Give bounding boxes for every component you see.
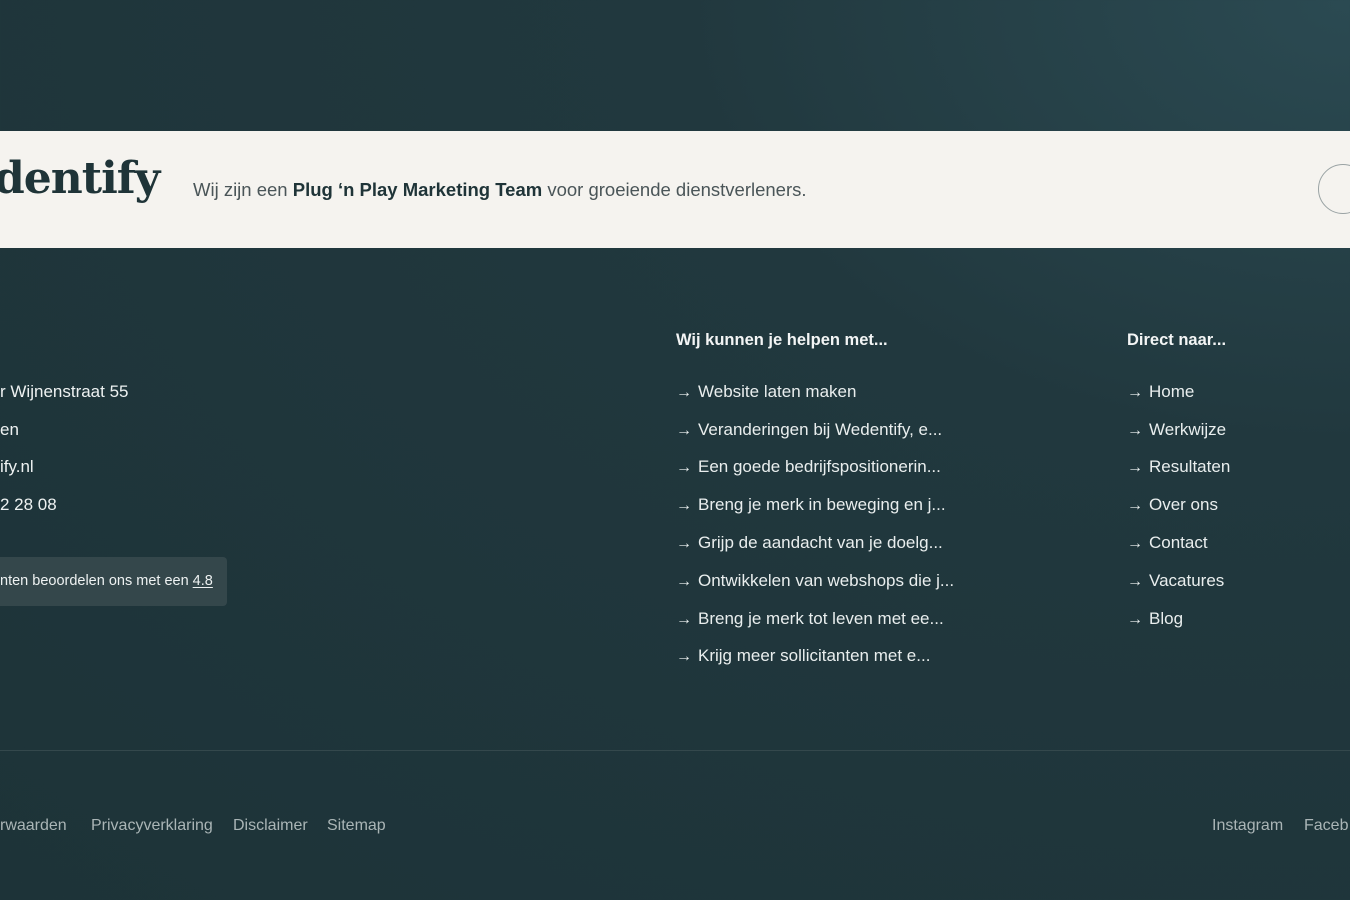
arrow-right-icon: → bbox=[676, 384, 692, 401]
footer-link-facebook[interactable]: Faceb bbox=[1304, 817, 1348, 835]
footer-link-instagram[interactable]: Instagram bbox=[1212, 817, 1283, 835]
nav-link-label: Vacatures bbox=[1149, 571, 1225, 590]
arrow-right-icon: → bbox=[676, 611, 692, 628]
contact-city: en bbox=[0, 420, 19, 439]
tagline-text-end: voor groeiende dienstverleners. bbox=[542, 179, 807, 200]
help-link-label: Breng je merk tot leven met ee... bbox=[698, 609, 944, 628]
help-link-6[interactable]: → Ontwikkelen van webshops die j... bbox=[676, 571, 954, 591]
help-link-8[interactable]: → Krijg meer sollicitanten met e... bbox=[676, 646, 930, 666]
arrow-right-icon: → bbox=[676, 422, 692, 439]
arrow-right-icon: → bbox=[676, 535, 692, 552]
footer-link-sitemap[interactable]: Sitemap bbox=[327, 817, 386, 835]
nav-link-over-ons[interactable]: → Over ons bbox=[1127, 495, 1218, 515]
help-link-5[interactable]: → Grijp de aandacht van je doelg... bbox=[676, 533, 943, 553]
arrow-right-icon: → bbox=[676, 648, 692, 665]
contact-phone[interactable]: 2 28 08 bbox=[0, 495, 57, 515]
footer-divider bbox=[0, 750, 1350, 751]
arrow-right-icon: → bbox=[676, 497, 692, 514]
direct-column-title: Direct naar... bbox=[1127, 331, 1227, 349]
arrow-right-icon: → bbox=[1127, 384, 1143, 401]
contact-email[interactable]: ify.nl bbox=[0, 457, 34, 477]
help-link-7[interactable]: → Breng je merk tot leven met ee... bbox=[676, 609, 944, 629]
rating-badge: nten beoordelen ons met een 4.8 bbox=[0, 557, 227, 606]
footer-link-privacy[interactable]: Privacyverklaring bbox=[91, 817, 213, 835]
arrow-right-icon: → bbox=[676, 459, 692, 476]
nav-link-label: Blog bbox=[1149, 609, 1184, 628]
footer-link-disclaimer[interactable]: Disclaimer bbox=[233, 817, 308, 835]
tagline-highlight: Plug ‘n Play Marketing Team bbox=[292, 179, 543, 200]
tagline-text: Wij zijn een bbox=[193, 179, 293, 200]
nav-link-label: Werkwijze bbox=[1149, 420, 1227, 439]
arrow-right-icon: → bbox=[1127, 422, 1143, 439]
help-link-label: Een goede bedrijfspositionerin... bbox=[698, 457, 941, 476]
arrow-right-icon: → bbox=[1127, 573, 1143, 590]
help-link-label: Veranderingen bij Wedentify, e... bbox=[698, 420, 943, 439]
nav-link-vacatures[interactable]: → Vacatures bbox=[1127, 571, 1224, 591]
help-link-3[interactable]: → Een goede bedrijfspositionerin... bbox=[676, 457, 941, 477]
nav-link-label: Resultaten bbox=[1149, 457, 1231, 476]
help-link-1[interactable]: → Website laten maken bbox=[676, 382, 856, 402]
help-link-label: Website laten maken bbox=[698, 382, 857, 401]
nav-link-werkwijze[interactable]: → Werkwijze bbox=[1127, 420, 1226, 440]
logo[interactable]: dentify bbox=[0, 157, 160, 201]
nav-link-resultaten[interactable]: → Resultaten bbox=[1127, 457, 1230, 477]
nav-link-contact[interactable]: → Contact bbox=[1127, 533, 1208, 553]
tagline: Wij zijn een Plug ‘n Play Marketing Team… bbox=[193, 179, 807, 201]
help-link-label: Breng je merk in beweging en j... bbox=[698, 495, 946, 514]
contact-address: r Wijnenstraat 55 bbox=[0, 382, 129, 401]
rating-score-link[interactable]: 4.8 bbox=[193, 573, 213, 589]
nav-link-home[interactable]: → Home bbox=[1127, 382, 1194, 402]
help-link-2[interactable]: → Veranderingen bij Wedentify, e... bbox=[676, 420, 942, 440]
arrow-right-icon: → bbox=[1127, 611, 1143, 628]
help-link-label: Grijp de aandacht van je doelg... bbox=[698, 533, 943, 552]
arrow-right-icon: → bbox=[1127, 459, 1143, 476]
help-column-title: Wij kunnen je helpen met... bbox=[676, 331, 888, 349]
help-link-4[interactable]: → Breng je merk in beweging en j... bbox=[676, 495, 946, 515]
help-link-label: Ontwikkelen van webshops die j... bbox=[698, 571, 955, 590]
help-link-label: Krijg meer sollicitanten met e... bbox=[698, 646, 931, 665]
footer-link-voorwaarden[interactable]: rwaarden bbox=[0, 817, 67, 835]
nav-link-label: Home bbox=[1149, 382, 1195, 401]
arrow-right-icon: → bbox=[1127, 497, 1143, 514]
arrow-right-icon: → bbox=[676, 573, 692, 590]
nav-link-blog[interactable]: → Blog bbox=[1127, 609, 1183, 629]
rating-text: nten beoordelen ons met een bbox=[0, 573, 193, 589]
nav-link-label: Over ons bbox=[1149, 495, 1218, 514]
arrow-right-icon: → bbox=[1127, 535, 1143, 552]
nav-link-label: Contact bbox=[1149, 533, 1208, 552]
